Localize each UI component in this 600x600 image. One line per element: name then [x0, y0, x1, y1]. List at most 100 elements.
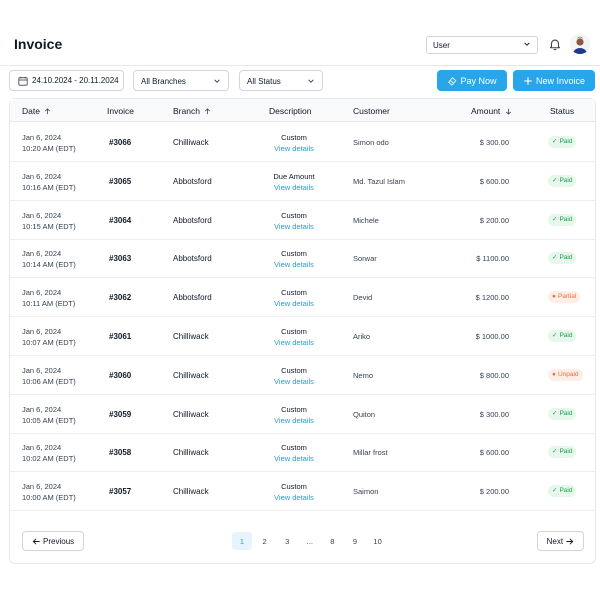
view-details-link[interactable]: View details [254, 143, 334, 154]
time-text: 10:16 AM (EDT) [22, 182, 76, 192]
new-invoice-button[interactable]: New Invoice [513, 70, 595, 91]
amount-cell: $ 1100.00 [476, 254, 509, 264]
column-label: Invoice [107, 106, 134, 116]
branch-cell: Abbotsford [173, 293, 212, 303]
view-details-link[interactable]: View details [254, 259, 334, 270]
description-text: Custom [281, 365, 307, 375]
table-row[interactable]: Jan 6, 2024 10:20 AM (EDT) #3066 Chilliwack… [10, 123, 595, 162]
description-text: Custom [281, 133, 307, 142]
view-details-link[interactable]: View details [254, 337, 334, 348]
view-details-link[interactable]: View details [254, 376, 334, 387]
date-range-picker[interactable]: 24.10.2024 - 20.11.2024 [9, 70, 124, 91]
page-number[interactable]: 8 [322, 532, 342, 550]
date-text: Jan 6, 2024 [22, 133, 62, 142]
branch-cell: Chilliwack [173, 370, 209, 380]
table-row[interactable]: Jan 6, 2024 10:05 AM (EDT) #3059 Chilliwack… [10, 395, 595, 434]
table-row[interactable]: Jan 6, 2024 10:00 AM (EDT) #3057 Chilliwack… [10, 472, 595, 512]
avatar[interactable] [570, 34, 590, 54]
user-select-value: User [433, 41, 450, 50]
status-text: Paid [559, 487, 573, 495]
table-row[interactable]: Jan 6, 2024 10:06 AM (EDT) #3060 Chilliwack… [10, 356, 595, 395]
date-cell: Jan 6, 2024 10:07 AM (EDT) [22, 326, 76, 348]
amount-cell: $ 600.00 [479, 176, 509, 186]
arrow-down-icon [505, 108, 511, 115]
time-text: 10:15 AM (EDT) [22, 221, 76, 231]
page-number[interactable]: 3 [277, 532, 297, 550]
table-row[interactable]: Jan 6, 2024 10:14 AM (EDT) #3063 Abbotsford… [10, 239, 595, 279]
table-row[interactable]: Jan 6, 2024 10:02 AM (EDT) #3058 Chilliwack… [10, 433, 595, 473]
page-title: Invoice [14, 36, 63, 52]
invoice-number: #3060 [109, 370, 132, 380]
invoice-number: #3061 [109, 332, 132, 341]
page-number[interactable]: 2 [255, 532, 275, 550]
description-text: Custom [281, 482, 307, 492]
page-number[interactable]: 1 [232, 532, 252, 550]
view-details-link[interactable]: View details [254, 453, 334, 464]
bell-icon[interactable] [548, 37, 562, 51]
arrow-up-icon [45, 108, 51, 115]
date-cell: Jan 6, 2024 10:14 AM (EDT) [22, 248, 76, 270]
dot-icon: ● [552, 293, 556, 301]
status-text: Paid [559, 448, 573, 456]
status-badge: ✓ Paid [548, 252, 577, 265]
date-cell: Jan 6, 2024 10:11 AM (EDT) [22, 287, 75, 309]
description-cell: Custom View details [254, 442, 334, 464]
table-row[interactable]: Jan 6, 2024 10:15 AM (EDT) #3064 Abbotsford… [10, 201, 595, 240]
table-row[interactable]: Jan 6, 2024 10:16 AM (EDT) #3065 Abbotsford… [10, 162, 595, 201]
description-cell: Custom View details [254, 210, 334, 232]
column-header-branch[interactable]: Branch [173, 106, 211, 116]
view-details-link[interactable]: View details [254, 298, 334, 309]
check-icon: ✓ [552, 138, 558, 145]
invoice-number: #3059 [109, 409, 132, 419]
invoice-number: #3063 [109, 254, 132, 264]
description-cell: Custom View details [254, 481, 334, 503]
chevron-down-icon [214, 79, 220, 83]
amount-cell: $ 1200.00 [475, 293, 509, 303]
branch-cell: Abbotsford [173, 215, 212, 225]
view-details-link[interactable]: View details [254, 415, 334, 426]
arrow-right-icon [566, 538, 574, 545]
user-avatar-image [570, 34, 590, 54]
user-select[interactable]: User [426, 36, 538, 54]
filter-toolbar: 24.10.2024 - 20.11.2024 All Branches All… [0, 70, 600, 94]
status-dropdown-value: All Status [247, 77, 281, 86]
view-details-link[interactable]: View details [254, 492, 334, 503]
time-text: 10:14 AM (EDT) [22, 260, 76, 270]
next-page-button[interactable]: Next [537, 531, 584, 551]
column-header-amount[interactable]: Amount [471, 106, 512, 116]
column-header-invoice: Invoice [107, 106, 134, 116]
time-text: 10:20 AM (EDT) [22, 144, 76, 153]
page-number[interactable]: 10 [368, 532, 388, 550]
status-text: Paid [559, 409, 573, 417]
description-cell: Custom View details [254, 132, 334, 154]
table-row[interactable]: Jan 6, 2024 10:11 AM (EDT) #3062 Abbotsford… [10, 278, 595, 318]
time-text: 10:00 AM (EDT) [22, 493, 76, 503]
time-text: 10:06 AM (EDT) [22, 376, 76, 386]
previous-page-button[interactable]: Previous [22, 531, 84, 551]
description-text: Custom [281, 288, 307, 298]
view-details-link[interactable]: View details [254, 182, 334, 193]
column-header-date[interactable]: Date [22, 106, 51, 116]
status-dropdown[interactable]: All Status [239, 70, 323, 91]
pay-now-button[interactable]: Pay Now [437, 70, 507, 91]
view-details-link[interactable]: View details [254, 221, 334, 232]
pay-now-label: Pay Now [460, 76, 497, 86]
column-header-status: Status [550, 106, 574, 116]
page-number[interactable]: 9 [345, 532, 365, 550]
customer-cell: Sorwar [353, 254, 377, 264]
table-row[interactable]: Jan 6, 2024 10:07 AM (EDT) #3061 Chilliwack… [10, 317, 595, 356]
page-ellipsis: ... [306, 537, 313, 546]
customer-cell: Saimon [353, 487, 379, 497]
invoice-number: #3058 [109, 448, 132, 458]
invoice-number: #3064 [109, 215, 132, 225]
date-text: Jan 6, 2024 [22, 171, 62, 181]
invoice-number: #3057 [109, 487, 132, 497]
date-range-value: 24.10.2024 - 20.11.2024 [32, 76, 119, 85]
check-icon: ✓ [552, 448, 558, 456]
description-cell: Custom View details [254, 404, 334, 426]
branch-cell: Chilliwack [173, 138, 209, 147]
status-badge: ✓ Paid [548, 446, 577, 459]
date-cell: Jan 6, 2024 10:00 AM (EDT) [22, 481, 76, 503]
next-label: Next [546, 537, 564, 546]
branches-dropdown[interactable]: All Branches [133, 70, 229, 91]
